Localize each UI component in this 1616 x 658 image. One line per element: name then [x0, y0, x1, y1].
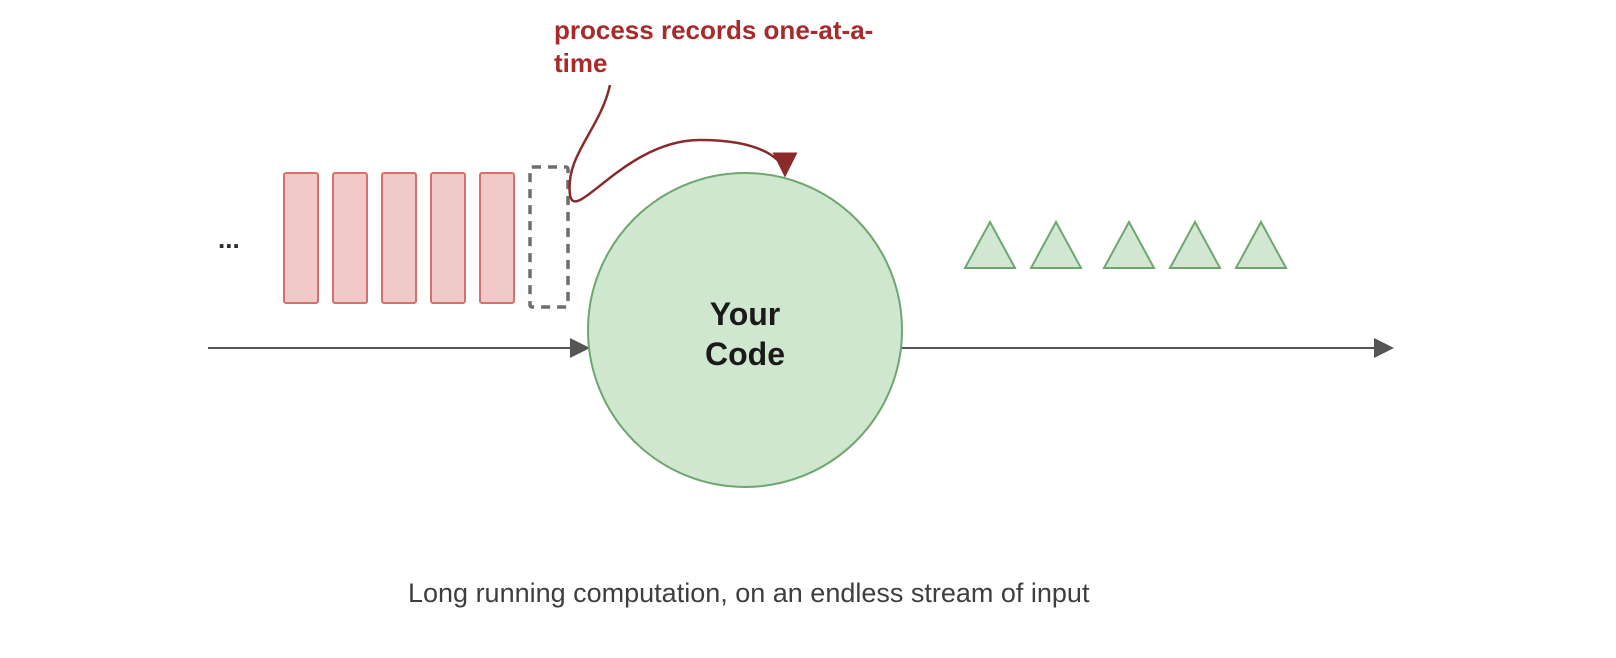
output-triangle — [1170, 222, 1220, 268]
current-record-dashed — [530, 167, 568, 307]
output-triangles-group — [965, 222, 1286, 268]
diagram-canvas: ... Your Code — [0, 0, 1616, 658]
output-triangle — [965, 222, 1015, 268]
input-record — [480, 173, 514, 303]
output-triangle — [1236, 222, 1286, 268]
input-record — [431, 173, 465, 303]
input-record — [382, 173, 416, 303]
input-record — [333, 173, 367, 303]
output-triangle — [1104, 222, 1154, 268]
input-records-group — [284, 173, 514, 303]
output-triangle — [1031, 222, 1081, 268]
ellipsis-text: ... — [218, 224, 240, 254]
circle-label-line2: Code — [705, 336, 785, 372]
input-record — [284, 173, 318, 303]
circle-label-line1: Your — [710, 296, 781, 332]
